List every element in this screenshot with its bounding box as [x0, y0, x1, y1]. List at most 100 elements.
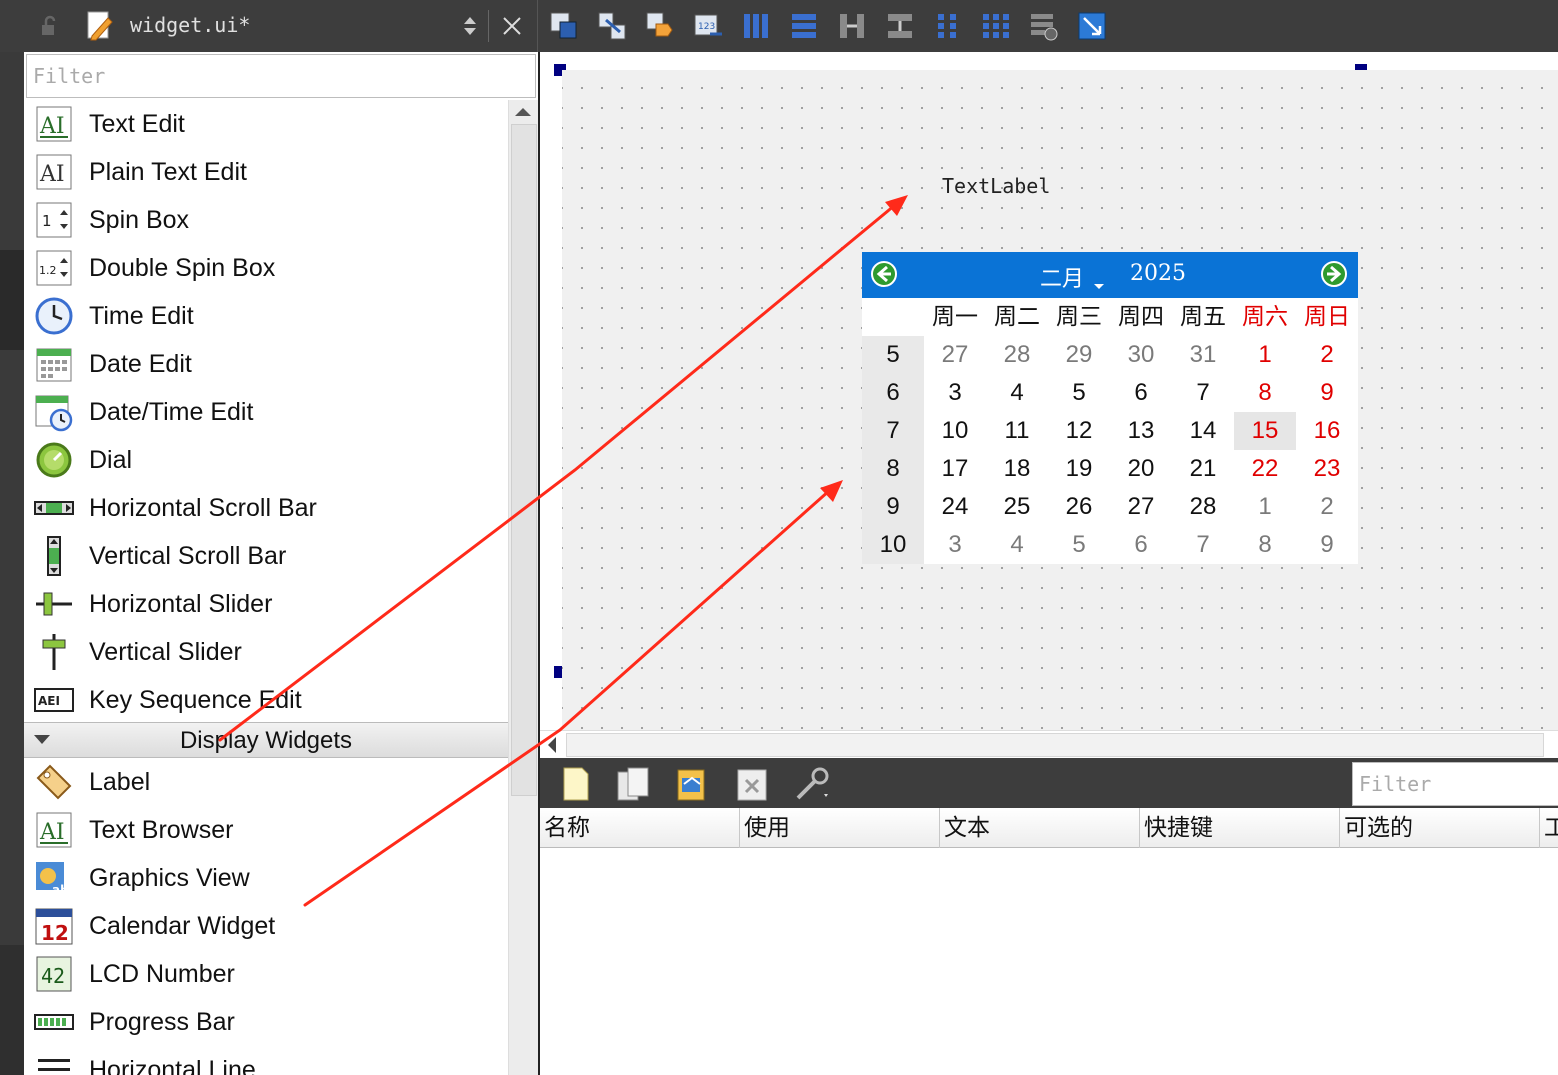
widget-item-lcd-number[interactable]: 42 LCD Number	[24, 950, 508, 998]
calendar-day[interactable]: 5	[1048, 374, 1110, 412]
widget-item-date-edit[interactable]: Date Edit	[24, 340, 508, 388]
calendar-day[interactable]: 28	[1172, 488, 1234, 526]
widget-item-label[interactable]: Label	[24, 758, 508, 806]
calendar-day[interactable]: 31	[1172, 336, 1234, 374]
configure-icon[interactable]	[792, 764, 832, 804]
copy-action-icon[interactable]	[614, 764, 654, 804]
calendar-day[interactable]: 26	[1048, 488, 1110, 526]
calendar-day[interactable]: 19	[1048, 450, 1110, 488]
calendar-day[interactable]: 12	[1048, 412, 1110, 450]
calendar-day[interactable]: 8	[1234, 526, 1296, 564]
column-header-checkable[interactable]: 可选的	[1340, 808, 1540, 848]
calendar-day[interactable]: 23	[1296, 450, 1358, 488]
calendar-year[interactable]: 2025	[1130, 261, 1186, 286]
form-horizontal-scrollbar[interactable]	[540, 730, 1558, 758]
widget-item-progress-bar[interactable]: Progress Bar	[24, 998, 508, 1046]
calendar-widget[interactable]: 二月 2025 周一 周二 周三 周四 周五 周六 周日 5 27 28 29 30 31 1 2 6 3 4 5…	[862, 252, 1358, 564]
calendar-day[interactable]: 27	[1110, 488, 1172, 526]
calendar-day[interactable]: 29	[1048, 336, 1110, 374]
calendar-day[interactable]: 8	[1234, 374, 1296, 412]
calendar-day[interactable]: 2	[1296, 336, 1358, 374]
calendar-day[interactable]: 22	[1234, 450, 1296, 488]
widget-item-text-edit[interactable]: AI Text Edit	[24, 100, 508, 148]
close-icon[interactable]	[500, 14, 524, 38]
widget-item-hscrollbar[interactable]: Horizontal Scroll Bar	[24, 484, 508, 532]
layout-form-icon[interactable]	[930, 8, 966, 44]
layout-vertical-splitter-icon[interactable]	[882, 8, 918, 44]
calendar-day[interactable]: 6	[1110, 374, 1172, 412]
calendar-day[interactable]: 18	[986, 450, 1048, 488]
widget-item-datetime-edit[interactable]: Date/Time Edit	[24, 388, 508, 436]
calendar-day[interactable]: 7	[1172, 526, 1234, 564]
edit-signals-slots-icon[interactable]	[594, 8, 630, 44]
widget-item-calendar-widget[interactable]: 12 Calendar Widget	[24, 902, 508, 950]
scroll-up-icon[interactable]	[515, 108, 531, 116]
calendar-day[interactable]: 7	[1172, 374, 1234, 412]
edit-tab-order-icon[interactable]: 123	[690, 8, 726, 44]
calendar-day[interactable]: 4	[986, 526, 1048, 564]
widget-item-spin-box[interactable]: 1 Spin Box	[24, 196, 508, 244]
column-header-used[interactable]: 使用	[740, 808, 940, 848]
calendar-day[interactable]: 9	[1296, 374, 1358, 412]
calendar-day[interactable]: 28	[986, 336, 1048, 374]
layout-grid-icon[interactable]	[978, 8, 1014, 44]
calendar-day[interactable]: 24	[924, 488, 986, 526]
next-month-icon[interactable]	[1320, 260, 1348, 288]
widget-item-text-browser[interactable]: AI Text Browser	[24, 806, 508, 854]
calendar-day[interactable]: 9	[1296, 526, 1358, 564]
paste-action-icon[interactable]	[672, 764, 712, 804]
calendar-day[interactable]: 3	[924, 374, 986, 412]
calendar-day[interactable]: 15	[1234, 412, 1296, 450]
break-layout-icon[interactable]	[1026, 8, 1062, 44]
calendar-day[interactable]: 4	[986, 374, 1048, 412]
calendar-day[interactable]: 20	[1110, 450, 1172, 488]
widget-filter-input[interactable]: Filter	[26, 54, 536, 98]
calendar-day[interactable]: 1	[1234, 488, 1296, 526]
column-header-name[interactable]: 名称	[540, 808, 740, 848]
form-canvas[interactable]: TextLabel 二月 2025 周一 周二 周三 周四 周五 周六 周日 5 27 28 29…	[562, 70, 1558, 730]
scrollbar-thumb[interactable]	[511, 124, 537, 796]
widget-list-scrollbar[interactable]	[508, 100, 538, 1075]
delete-action-icon[interactable]	[732, 764, 772, 804]
widget-item-vslider[interactable]: Vertical Slider	[24, 628, 508, 676]
category-display-widgets[interactable]: Display Widgets	[24, 722, 508, 758]
layout-vertical-icon[interactable]	[786, 8, 822, 44]
calendar-day[interactable]: 5	[1048, 526, 1110, 564]
calendar-day[interactable]: 3	[924, 526, 986, 564]
layout-horizontal-splitter-icon[interactable]	[834, 8, 870, 44]
scroll-left-icon[interactable]	[548, 737, 556, 753]
calendar-day[interactable]: 16	[1296, 412, 1358, 450]
calendar-day[interactable]: 1	[1234, 336, 1296, 374]
new-action-icon[interactable]	[556, 764, 596, 804]
widget-item-time-edit[interactable]: Time Edit	[24, 292, 508, 340]
calendar-day[interactable]: 13	[1110, 412, 1172, 450]
widget-item-hslider[interactable]: Horizontal Slider	[24, 580, 508, 628]
column-header-tooltip[interactable]: 工	[1540, 808, 1558, 848]
calendar-day[interactable]: 2	[1296, 488, 1358, 526]
widget-item-key-sequence-edit[interactable]: AEI Key Sequence Edit	[24, 676, 508, 724]
widget-item-horizontal-line[interactable]: Horizontal Line	[24, 1046, 508, 1075]
column-header-shortcut[interactable]: 快捷键	[1140, 808, 1340, 848]
widget-item-plain-text-edit[interactable]: AI Plain Text Edit	[24, 148, 508, 196]
calendar-day[interactable]: 17	[924, 450, 986, 488]
previous-month-icon[interactable]	[870, 260, 898, 288]
calendar-day[interactable]: 30	[1110, 336, 1172, 374]
calendar-day[interactable]: 25	[986, 488, 1048, 526]
edit-widgets-icon[interactable]	[546, 8, 582, 44]
scrollbar-track[interactable]	[566, 733, 1544, 757]
tab-switch-icon[interactable]	[462, 14, 478, 38]
calendar-day[interactable]: 14	[1172, 412, 1234, 450]
action-filter-input[interactable]: Filter	[1352, 762, 1558, 806]
widget-item-vscrollbar[interactable]: Vertical Scroll Bar	[24, 532, 508, 580]
widget-item-double-spin-box[interactable]: 1.2 Double Spin Box	[24, 244, 508, 292]
calendar-day[interactable]: 21	[1172, 450, 1234, 488]
calendar-day[interactable]: 27	[924, 336, 986, 374]
calendar-day[interactable]: 6	[1110, 526, 1172, 564]
widget-item-graphics-view[interactable]: abc Graphics View	[24, 854, 508, 902]
text-label-widget[interactable]: TextLabel	[942, 174, 1050, 198]
widget-item-dial[interactable]: Dial	[24, 436, 508, 484]
calendar-day[interactable]: 11	[986, 412, 1048, 450]
column-header-text[interactable]: 文本	[940, 808, 1140, 848]
month-dropdown-icon[interactable]	[1094, 284, 1104, 289]
file-tab[interactable]: widget.ui*	[24, 0, 538, 52]
